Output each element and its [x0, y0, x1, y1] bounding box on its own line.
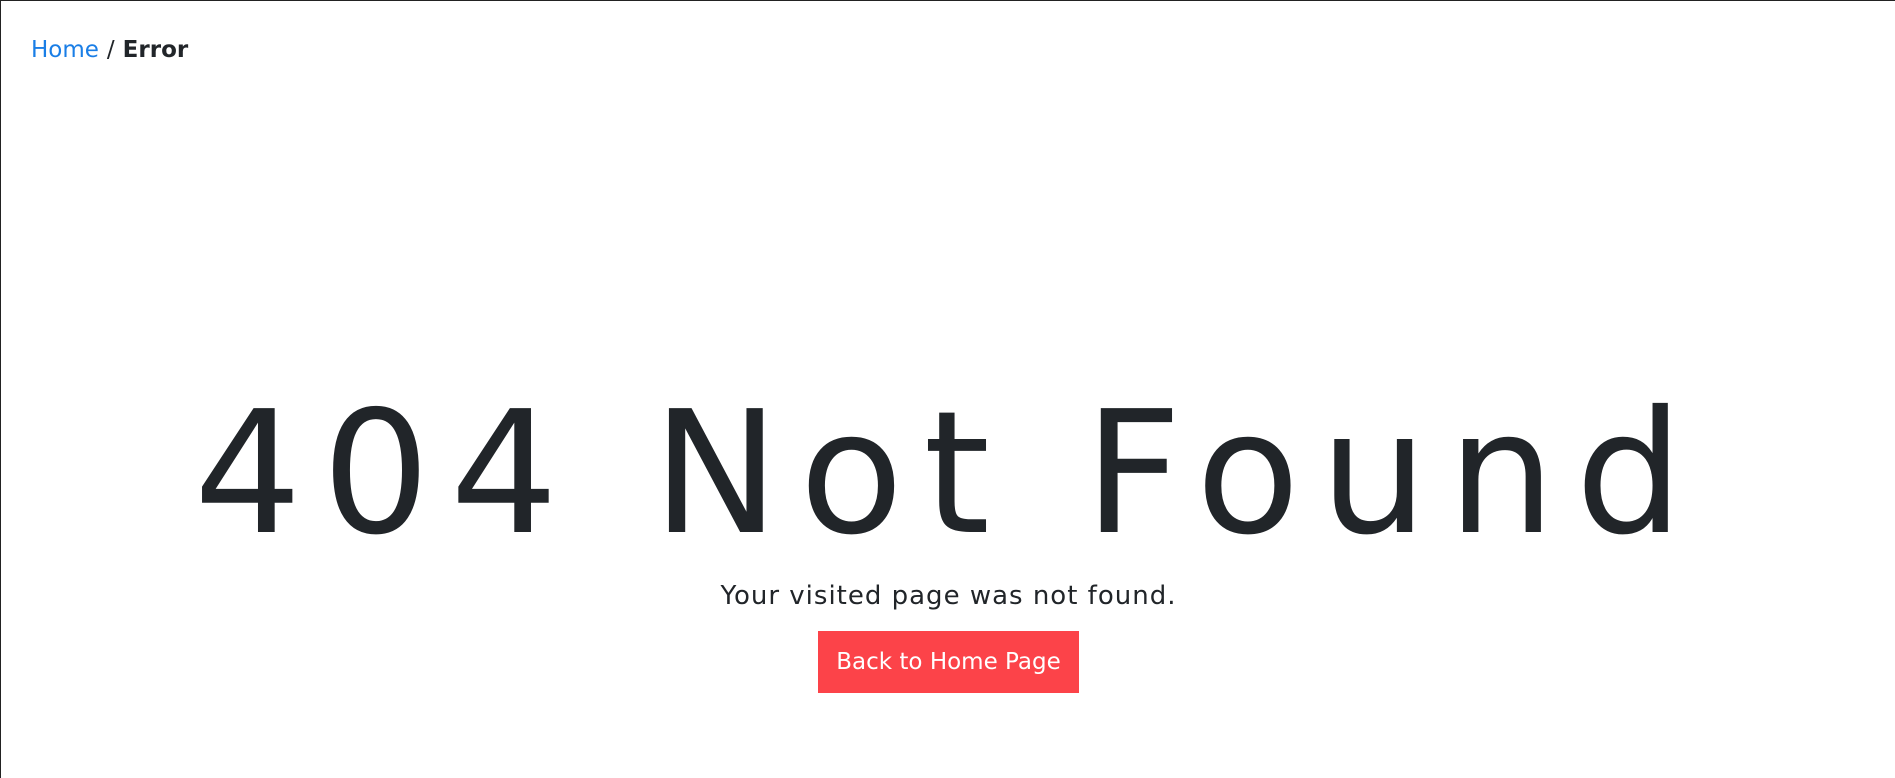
breadcrumb: Home / Error: [31, 37, 188, 63]
error-title: 404 Not Found: [193, 375, 1704, 573]
error-section: 404 Not Found Your visited page was not …: [1, 375, 1895, 693]
page: Home / Error 404 Not Found Your visited …: [0, 0, 1895, 778]
breadcrumb-separator: /: [106, 37, 115, 63]
breadcrumb-home-link[interactable]: Home: [31, 37, 99, 63]
error-message: Your visited page was not found.: [720, 581, 1177, 611]
breadcrumb-current: Error: [122, 37, 189, 63]
back-to-home-button[interactable]: Back to Home Page: [818, 631, 1079, 693]
